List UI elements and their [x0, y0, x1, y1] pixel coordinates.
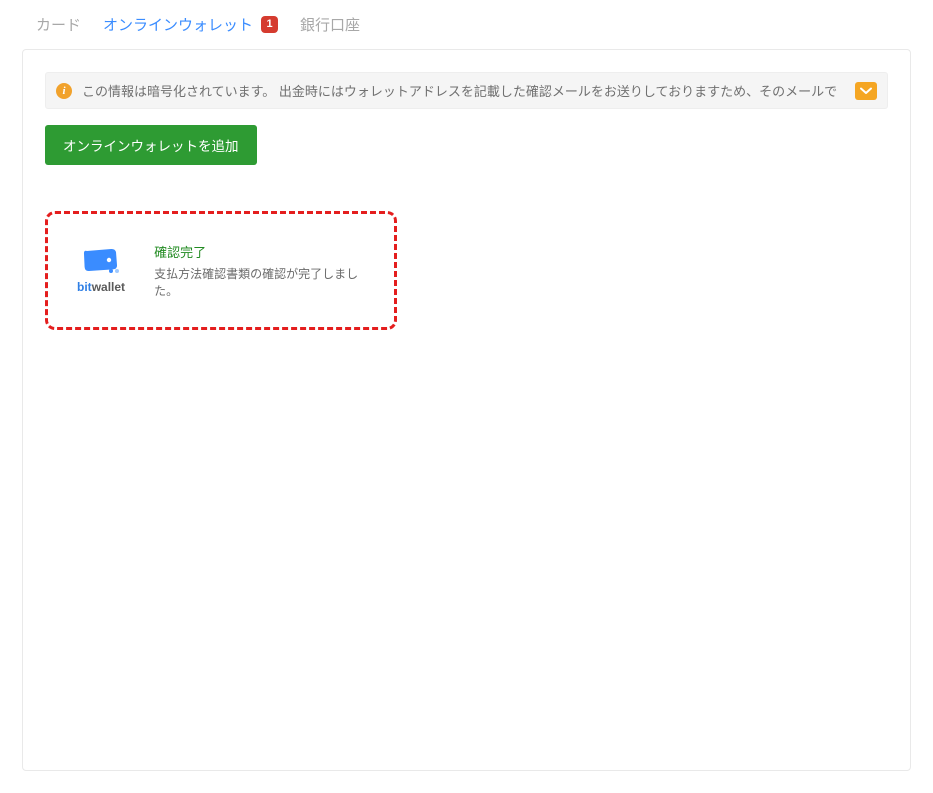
encryption-alert: i この情報は暗号化されています。 出金時にはウォレットアドレスを記載した確認メ… — [45, 72, 888, 109]
status-description: 支払方法確認書類の確認が完了しました。 — [154, 265, 376, 299]
add-online-wallet-button[interactable]: オンラインウォレットを追加 — [45, 125, 257, 165]
wallet-status: 確認完了 支払方法確認書類の確認が完了しました。 — [154, 242, 376, 299]
tab-online-wallet-label: オンラインウォレット — [103, 14, 253, 35]
expand-alert-button[interactable] — [855, 82, 877, 100]
info-icon: i — [56, 83, 72, 99]
chevron-down-icon — [860, 87, 872, 95]
tab-card[interactable]: カード — [36, 14, 81, 35]
wallet-panel: i この情報は暗号化されています。 出金時にはウォレットアドレスを記載した確認メ… — [22, 49, 911, 771]
tab-card-label: カード — [36, 14, 81, 35]
tab-bank-account-label: 銀行口座 — [300, 14, 360, 35]
alert-text: この情報は暗号化されています。 出金時にはウォレットアドレスを記載した確認メール… — [82, 81, 845, 100]
payment-method-tabs: カード オンラインウォレット 1 銀行口座 — [0, 0, 933, 45]
bitwallet-wallet-icon — [81, 247, 121, 277]
logo-text-bit: bit — [77, 280, 92, 294]
logo-text-wallet: wallet — [92, 280, 125, 294]
bitwallet-logo-text: bitwallet — [77, 280, 125, 294]
bitwallet-logo: bitwallet — [66, 247, 136, 294]
tab-online-wallet[interactable]: オンラインウォレット 1 — [103, 14, 278, 35]
status-title: 確認完了 — [154, 242, 376, 261]
wallet-card-bitwallet[interactable]: bitwallet 確認完了 支払方法確認書類の確認が完了しました。 — [45, 211, 397, 330]
tab-bank-account[interactable]: 銀行口座 — [300, 14, 360, 35]
tab-online-wallet-badge: 1 — [261, 16, 278, 33]
